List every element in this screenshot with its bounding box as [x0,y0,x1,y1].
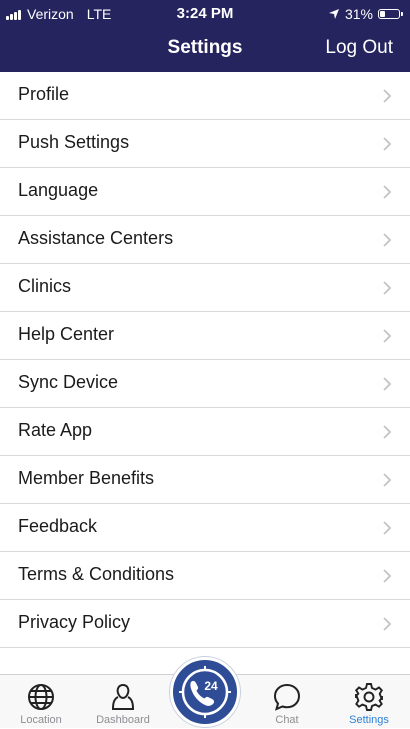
tab-label: Location [20,714,62,726]
tab-settings[interactable]: Settings [329,675,409,729]
person-icon [111,683,135,710]
settings-item-label: Help Center [18,324,115,344]
tab-dashboard[interactable]: Dashboard [83,675,163,729]
chevron-right-icon [383,233,392,247]
settings-item-label: Language [18,180,99,200]
settings-item-feedback[interactable]: Feedback [0,504,410,552]
center-badge-text: 24 [204,679,218,693]
settings-item-sync-device[interactable]: Sync Device [0,360,410,408]
battery-icon [378,9,403,19]
tab-location[interactable]: Location [1,675,81,729]
globe-icon [28,684,54,710]
tab-chat[interactable]: Chat [247,675,327,729]
settings-list: Profile Push Settings Language Assistanc… [0,72,410,648]
settings-item-language[interactable]: Language [0,168,410,216]
chevron-right-icon [383,617,392,631]
chevron-right-icon [383,137,392,151]
settings-item-label: Feedback [18,516,98,536]
phone-24-icon: 24 [179,666,231,718]
settings-item-push-settings[interactable]: Push Settings [0,120,410,168]
gear-icon [354,683,383,711]
chevron-right-icon [383,89,392,103]
settings-item-label: Clinics [18,276,72,296]
settings-item-help-center[interactable]: Help Center [0,312,410,360]
chat-bubble-icon [273,683,301,711]
nav-header: Verizon LTE 3:24 PM 31% Settings Log Out [0,0,410,72]
settings-item-label: Profile [18,84,70,104]
location-arrow-icon [328,9,339,19]
settings-item-label: Rate App [18,420,93,440]
status-bar: Verizon LTE 3:24 PM 31% [0,0,410,28]
chevron-right-icon [383,329,392,343]
settings-item-label: Sync Device [18,372,119,392]
chevron-right-icon [383,425,392,439]
chevron-right-icon [383,281,392,295]
chevron-right-icon [383,185,392,199]
settings-item-assistance-centers[interactable]: Assistance Centers [0,216,410,264]
status-right: 31% [328,6,403,22]
settings-item-label: Push Settings [18,132,130,152]
battery-percent: 31% [344,6,373,22]
settings-item-label: Terms & Conditions [18,564,175,584]
chevron-right-icon [383,473,392,487]
settings-item-clinics[interactable]: Clinics [0,264,410,312]
tab-label: Settings [349,714,389,726]
settings-item-privacy-policy[interactable]: Privacy Policy [0,600,410,648]
settings-item-label: Privacy Policy [18,612,131,632]
settings-item-profile[interactable]: Profile [0,72,410,120]
settings-item-member-benefits[interactable]: Member Benefits [0,456,410,504]
settings-item-terms-conditions[interactable]: Terms & Conditions [0,552,410,600]
tab-label: Dashboard [96,714,150,726]
logout-button[interactable]: Log Out [325,37,393,59]
settings-item-label: Assistance Centers [18,228,174,248]
battery-fill [380,11,385,17]
settings-item-rate-app[interactable]: Rate App [0,408,410,456]
tab-label: Chat [275,714,299,726]
chevron-right-icon [383,521,392,535]
emergency-call-button[interactable]: 24 [170,657,240,727]
settings-item-label: Member Benefits [18,468,155,488]
chevron-right-icon [383,569,392,583]
chevron-right-icon [383,377,392,391]
